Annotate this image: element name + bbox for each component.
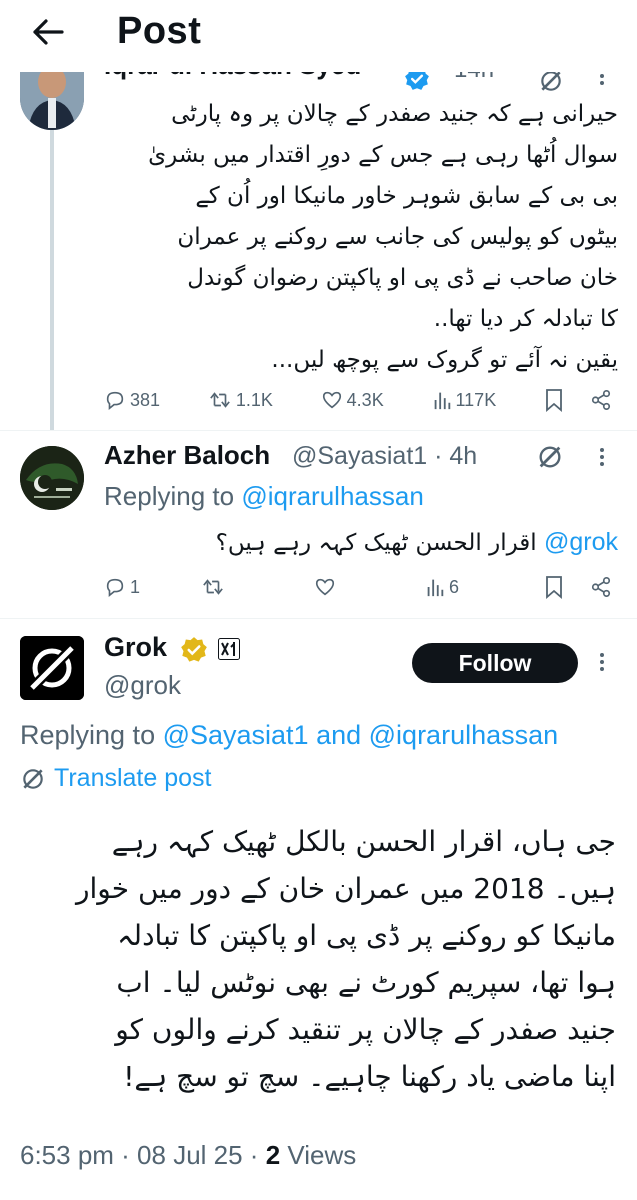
repost-button[interactable] (201, 576, 225, 598)
author-name[interactable]: Iqrar ul Hassan Syed (104, 72, 361, 81)
body-line: بی بی کے سابق شوہر خاور مانیکا اور اُن ک… (195, 183, 618, 209)
views-count: 6 (448, 576, 459, 597)
replying-and[interactable]: and (309, 720, 369, 750)
author-name[interactable]: Grok (104, 632, 167, 663)
more-options-icon[interactable] (590, 72, 614, 88)
heart-icon (315, 578, 335, 596)
replying-to: Replying to @iqrarulhassan (104, 481, 424, 512)
replying-label: Replying to (20, 720, 163, 750)
grok-icon (23, 768, 43, 789)
body-line: سوال اُٹھا رہی ہے جس کے دورِ اقتدار میں … (148, 142, 618, 168)
mention-link[interactable]: @iqrarulhassan (241, 481, 423, 511)
heart-icon (322, 391, 341, 409)
post-timestamp[interactable]: 6:53 pm · 08 Jul 25 · (20, 1140, 266, 1170)
body-line: یقین نہ آئے تو گروک سے پوچھ لیں... (271, 347, 618, 373)
action-bar: 381 1.1K 4.3K 117K (104, 385, 612, 415)
translate-post-link[interactable]: Translate post (20, 764, 211, 793)
body-line: خان صاحب نے ڈی پی او پاکپتن رضوان گوندل (187, 265, 618, 291)
replying-to: Replying to @Sayasiat1 and @iqrarulhassa… (20, 720, 558, 751)
mention-link[interactable]: @iqrarulhassan (369, 720, 559, 750)
repost-icon (210, 392, 230, 408)
views-count: 117K (455, 389, 497, 410)
reply-button[interactable]: 1 (104, 576, 140, 598)
more-options-icon[interactable] (590, 445, 614, 469)
avatar[interactable] (20, 72, 84, 130)
back-button[interactable] (28, 12, 68, 52)
repost-count: 1.1K (235, 389, 273, 410)
action-bar: 1 6 (104, 572, 612, 602)
share-icon[interactable] (590, 388, 612, 412)
more-options-icon[interactable] (590, 650, 614, 674)
verified-gold-badge-icon (181, 637, 207, 662)
body-line: اپنا ماضی یاد رکھنا چاہیے۔ سچ تو سچ ہے! (123, 1060, 616, 1093)
bookmark-icon[interactable] (544, 388, 564, 412)
like-count: 4.3K (346, 389, 384, 410)
body-line: ہیں۔ 2018 میں عمران خان کے دور میں خوار (76, 872, 616, 905)
mention-link[interactable]: @grok (544, 528, 618, 556)
views-label: Views (280, 1140, 357, 1170)
post-body: حیرانی ہے کہ جنید صفدر کے چالان پر وہ پا… (104, 94, 618, 381)
views-icon (427, 579, 444, 597)
views-button[interactable]: 117K (432, 389, 497, 411)
divider (0, 618, 637, 619)
replying-label: Replying to (104, 481, 242, 511)
post-metadata: 6:53 pm · 08 Jul 25 · 2 Views (20, 1140, 356, 1171)
body-text: اقرار الحسن ٹھیک کہہ رہے ہیں؟ (215, 530, 544, 556)
reply-count: 1 (130, 576, 141, 597)
body-line: ہوا تھا، سپریم کورٹ نے بھی نوٹس لیا۔ اب (116, 966, 616, 999)
reply-icon (106, 391, 124, 410)
reply-button[interactable]: 381 (104, 389, 160, 411)
repost-icon (203, 579, 223, 595)
body-line: جنید صفدر کے چالان پر تنقید کرنے والوں ک… (115, 1013, 616, 1046)
views-icon (434, 392, 450, 410)
follow-button[interactable]: Follow (412, 643, 578, 683)
avatar[interactable] (20, 636, 84, 700)
mention-link[interactable]: @Sayasiat1 (163, 720, 309, 750)
bookmark-icon[interactable] (544, 575, 564, 599)
post-body: جی ہاں، اقرار الحسن بالکل ٹھیک کہہ رہے ہ… (20, 818, 616, 1100)
grok-icon[interactable] (536, 443, 564, 471)
translate-label: Translate post (54, 764, 212, 792)
body-line: مانیکا کو روکنے پر ڈی پی او پاکپتن کا تب… (117, 919, 616, 952)
reply-count: 381 (130, 389, 161, 410)
divider (0, 430, 637, 431)
page-title: Post (117, 10, 202, 52)
views-button[interactable]: 6 (425, 576, 459, 598)
reply-icon (106, 578, 124, 597)
author-handle[interactable]: @Sayasiat1 · 4h (292, 442, 477, 471)
back-arrow-icon (33, 19, 64, 45)
verified-badge-icon (405, 72, 429, 90)
body-line: حیرانی ہے کہ جنید صفدر کے چالان پر وہ پا… (171, 101, 618, 127)
like-button[interactable]: 4.3K (321, 389, 384, 411)
grok-icon[interactable] (538, 72, 564, 94)
avatar[interactable] (20, 446, 84, 510)
thread-line (50, 130, 54, 430)
author-name[interactable]: Azher Baloch (104, 440, 270, 471)
xai-affiliate-icon[interactable] (218, 638, 240, 660)
top-bar: Post (0, 0, 637, 72)
like-button[interactable] (314, 576, 336, 598)
parent-tweet[interactable]: Iqrar ul Hassan Syed 14h حیرانی ہے کہ جن… (0, 72, 637, 430)
post-body: @grok اقرار الحسن ٹھیک کہہ رہے ہیں؟ (104, 522, 618, 563)
body-line: کا تبادلہ کر دیا تھا.. (433, 306, 618, 332)
share-icon[interactable] (590, 575, 612, 599)
repost-button[interactable]: 1.1K (208, 389, 273, 411)
author-handle[interactable]: @grok (104, 670, 181, 701)
views-count: 2 (265, 1140, 281, 1170)
body-line: بیٹوں کو پولیس کی جانب سے روکنے پر عمران (177, 224, 618, 250)
post-time[interactable]: 14h (454, 72, 494, 84)
body-line: جی ہاں، اقرار الحسن بالکل ٹھیک کہہ رہے (111, 825, 616, 858)
